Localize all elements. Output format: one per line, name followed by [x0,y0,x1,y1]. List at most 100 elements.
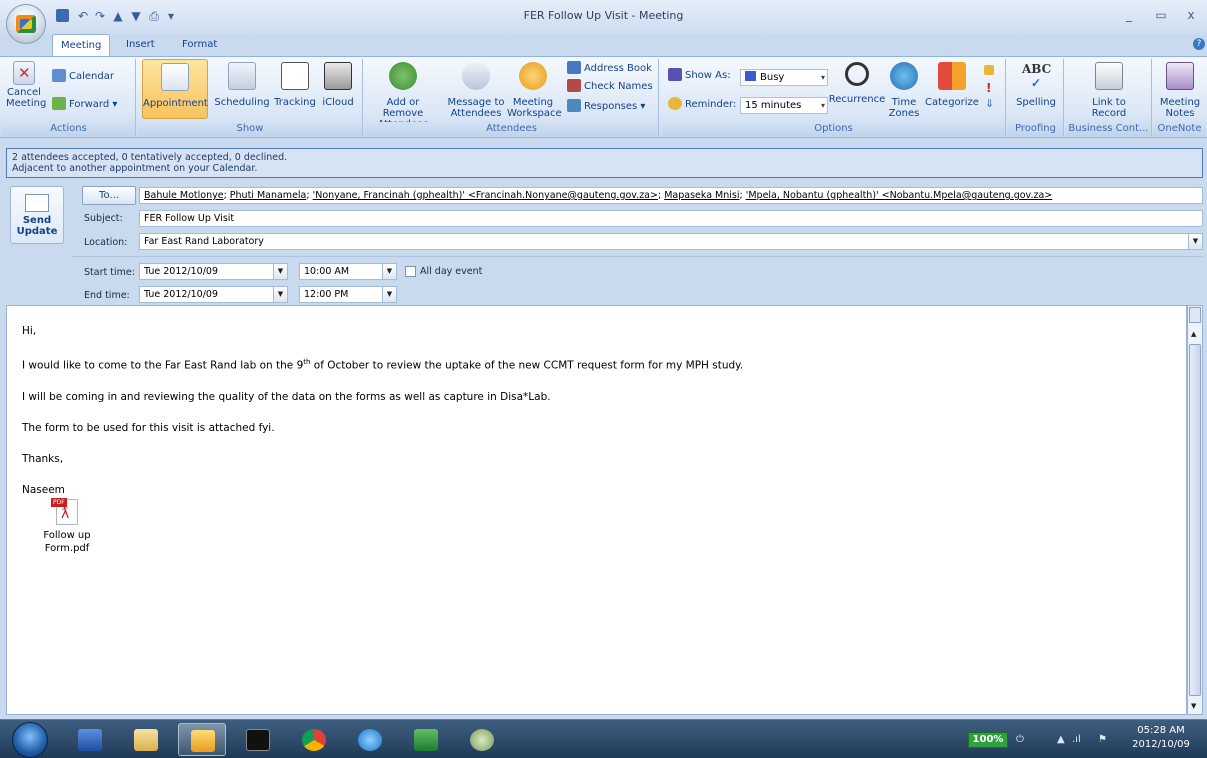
appointment-button[interactable]: Appointment [142,59,208,119]
recipient[interactable]: Phuti Manamela [230,190,307,201]
location-field[interactable]: Far East Rand Laboratory ▼ [139,233,1203,250]
all-day-checkbox[interactable] [405,266,416,277]
group-label-onenote: OneNote [1154,122,1205,136]
signal-icon[interactable]: .ıl [1072,734,1081,745]
tab-insert[interactable]: Insert [118,34,163,56]
meeting-notes-button[interactable]: Meeting Notes [1156,62,1204,119]
scroll-options-icon[interactable] [1189,307,1201,323]
to-button[interactable]: To... [82,186,136,205]
recurrence-label: Recurrence [828,94,886,105]
tab-meeting[interactable]: Meeting [52,34,110,56]
tracking-label: Tracking [274,97,316,108]
start-button[interactable] [12,722,48,758]
group-options: Show As: Busy ▾ Reminder: 15 minutes ▾ Rec… [662,59,1006,136]
recipient[interactable]: Mapaseka Mnisi [664,190,739,201]
categorize-button[interactable]: Categorize [924,62,980,108]
clock[interactable]: 05:28 AM 2012/10/09 [1126,724,1196,752]
recurrence-button[interactable]: Recurrence [828,62,886,105]
send-update-button[interactable]: Send Update [10,186,64,244]
link-to-record-button[interactable]: Link to Record [1078,62,1140,119]
chevron-down-icon[interactable]: ▼ [382,264,396,279]
address-book-button[interactable]: Address Book [567,61,652,77]
taskbar-outlook[interactable] [178,723,226,756]
minimize-button[interactable]: _ [1118,6,1140,24]
recipient[interactable]: 'Nonyane, Francinah (gphealth)' <Francin… [313,190,658,201]
spelling-button[interactable]: ABC ✓ Spelling [1012,62,1060,108]
chevron-down-icon[interactable]: ▼ [273,287,287,302]
start-date-value: Tue 2012/10/09 [144,266,219,277]
meeting-workspace-button[interactable]: Meeting Workspace [507,62,562,119]
to-field[interactable]: Bahule Motlonye; Phuti Manamela; 'Nonyan… [139,187,1203,204]
private-icon[interactable] [984,65,994,75]
appointment-label: Appointment [143,98,208,109]
group-onenote: Meeting Notes OneNote [1154,59,1205,136]
office-button[interactable] [6,4,46,44]
message-attendees-button[interactable]: Message to Attendees [441,62,511,119]
scroll-up-icon[interactable]: ▲ [1191,330,1196,338]
high-importance-icon[interactable]: ! [986,81,991,95]
help-icon[interactable]: ? [1193,38,1205,50]
reminder-select[interactable]: 15 minutes ▾ [740,97,828,114]
forward-button[interactable]: Forward ▾ [52,97,117,113]
vertical-scrollbar[interactable]: ▲ ▼ [1187,305,1203,715]
flag-icon[interactable]: ⚑ [1098,734,1107,745]
subject-field[interactable]: FER Follow Up Visit [139,210,1203,227]
icloud-button[interactable]: iCloud [318,62,358,108]
taskbar-word[interactable] [66,723,114,756]
check-names-button[interactable]: Check Names [567,79,653,95]
globe-icon [890,62,918,90]
recipient[interactable]: 'Mpela, Nobantu (gphealth)' <Nobantu.Mpe… [746,190,1053,201]
clock-time: 05:28 AM [1137,725,1185,736]
divider [72,256,1203,257]
chevron-down-icon[interactable]: ▼ [1188,234,1202,249]
tracking-button[interactable]: Tracking [272,62,318,108]
group-actions: ✕ Cancel Meeting Calendar Forward ▾ Acti… [2,59,136,136]
start-date-picker[interactable]: Tue 2012/10/09 ▼ [139,263,288,280]
restore-button[interactable]: ▭ [1150,6,1172,24]
message-label: Message to Attendees [447,97,505,119]
attachment[interactable]: PDF ƛ Follow up Form.pdf [32,497,102,555]
calendar-button[interactable]: Calendar [52,69,114,85]
taskbar-app2[interactable] [458,723,506,756]
power-icon[interactable]: ⏻ [1016,734,1024,745]
onenote-icon [1166,62,1194,90]
chevron-down-icon[interactable]: ▼ [273,264,287,279]
scheduling-icon [228,62,256,90]
scroll-down-icon[interactable]: ▼ [1191,702,1196,710]
end-time-select[interactable]: 12:00 PM ▼ [299,286,397,303]
show-hidden-icon[interactable]: ▲ [1057,734,1065,745]
icloud-icon [324,62,352,90]
tab-format-text[interactable]: Format Text [174,34,225,72]
clock-date: 2012/10/09 [1132,739,1190,750]
group-label-actions: Actions [2,122,135,136]
calendar-label: Calendar [69,71,114,82]
taskbar-app[interactable] [234,723,282,756]
taskbar-excel[interactable] [402,723,450,756]
taskbar-chrome[interactable] [290,723,338,756]
scroll-thumb[interactable] [1189,344,1201,696]
closing: Thanks, [22,452,64,465]
show-as-select[interactable]: Busy ▾ [740,69,828,86]
recipient[interactable]: Bahule Motlonye [144,190,224,201]
group-business-contact: Link to Record Business Cont... [1066,59,1152,136]
taskbar-explorer[interactable] [122,723,170,756]
taskbar-ie[interactable] [346,723,394,756]
responses-button[interactable]: Responses ▾ [567,99,645,115]
start-time-select[interactable]: 10:00 AM ▼ [299,263,397,280]
message-body[interactable]: Hi, I would like to come to the Far East… [6,305,1187,715]
reminder-value: 15 minutes [745,100,802,111]
chevron-down-icon[interactable]: ▼ [382,287,396,302]
add-remove-attendees-button[interactable]: Add or Remove Attendees [367,62,439,130]
time-zones-button[interactable]: Time Zones [886,62,922,119]
forward-label: Forward [69,99,110,110]
scheduling-button[interactable]: Scheduling [212,62,272,108]
workspace-icon [519,62,547,90]
cancel-meeting-button[interactable]: ✕ Cancel Meeting [6,61,46,109]
end-date-picker[interactable]: Tue 2012/10/09 ▼ [139,286,288,303]
low-importance-icon[interactable]: ⇓ [985,97,994,110]
battery-indicator[interactable]: 100% [968,732,1008,748]
responses-label: Responses [584,101,638,112]
close-button[interactable]: x [1180,6,1202,24]
bell-icon [668,97,682,110]
all-day-label: All day event [420,266,483,277]
